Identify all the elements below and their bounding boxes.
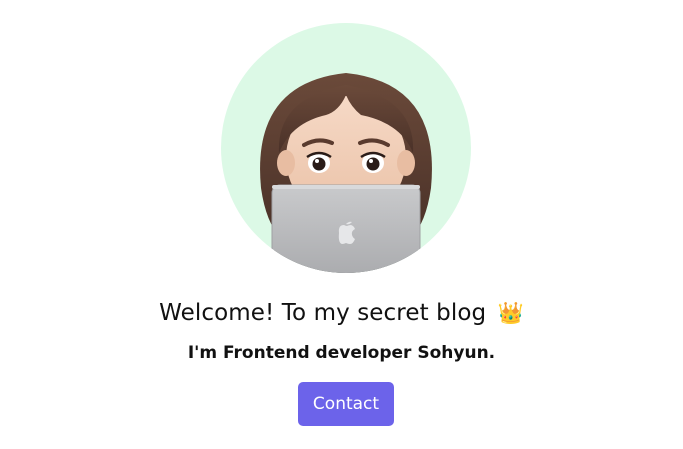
title-text: Welcome! To my secret blog (159, 300, 487, 326)
hero-section: Welcome! To my secret blog 👑 I'm Fronten… (0, 0, 683, 449)
avatar (221, 23, 471, 273)
contact-button[interactable]: Contact (298, 382, 394, 426)
page-title: Welcome! To my secret blog 👑 (0, 297, 683, 329)
memoji-icon (221, 23, 471, 273)
crown-icon: 👑 (497, 301, 524, 325)
subtitle: I'm Frontend developer Sohyun. (187, 343, 496, 363)
